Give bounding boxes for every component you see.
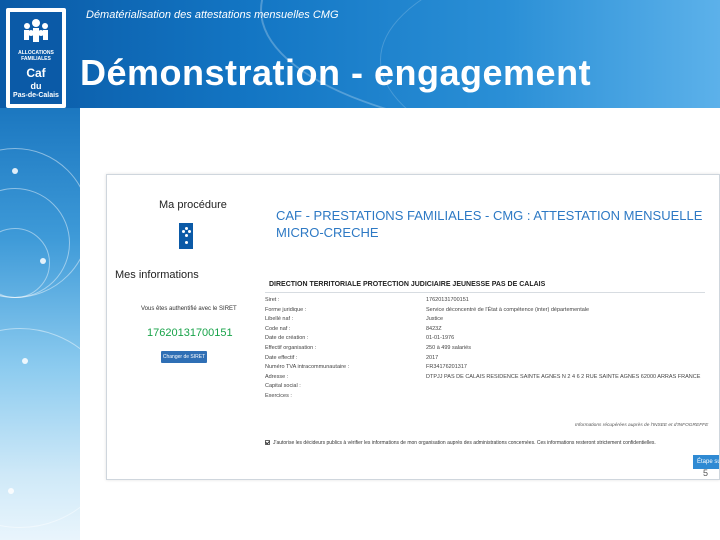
caf-mini-logo bbox=[179, 223, 193, 249]
info-label: Code naf : bbox=[265, 325, 291, 332]
header-band: Dématérialisation des attestations mensu… bbox=[0, 0, 720, 108]
organization-info-table: Siret :17620131700151 Forme juridique :S… bbox=[265, 297, 719, 403]
left-decoration bbox=[0, 108, 80, 540]
info-label: Effectif organisation : bbox=[265, 344, 317, 351]
info-value: 250 à 499 salariés bbox=[426, 344, 471, 351]
info-value: 01-01-1976 bbox=[426, 335, 455, 342]
organization-name: DIRECTION TERRITORIALE PROTECTION JUDICI… bbox=[269, 281, 546, 288]
info-row: Libellé naf : Justice bbox=[265, 316, 719, 326]
change-siret-button[interactable]: Changer de SIRET bbox=[161, 351, 207, 363]
info-row: Effectif organisation : 250 à 499 salarié… bbox=[265, 344, 719, 355]
info-row: Forme juridique : Service déconcentré de … bbox=[265, 306, 719, 317]
consent-text: J'autorise les décideurs publics à vérif… bbox=[273, 440, 656, 446]
siret-number: 17620131700151 bbox=[147, 327, 233, 339]
slide-title: Démonstration - engagement bbox=[80, 52, 592, 93]
caf-logo: ALLOCATIONS FAMILIALES Caf du Pas-de-Cal… bbox=[6, 8, 66, 108]
logo-text: FAMILIALES bbox=[21, 56, 51, 62]
decor-dot bbox=[12, 168, 18, 174]
info-label: Date de création : bbox=[265, 335, 309, 342]
info-heading: Mes informations bbox=[115, 269, 199, 281]
info-row: Date de création : 01-01-1976 bbox=[265, 335, 719, 345]
logo-text: du bbox=[30, 81, 42, 91]
procedure-heading: Ma procédure bbox=[159, 199, 227, 211]
info-label: Adresse : bbox=[265, 373, 289, 380]
info-row: Date effectif : 2017 bbox=[265, 354, 719, 365]
info-row: Numéro TVA intracommunautaire : FR3417620… bbox=[265, 364, 719, 374]
procedure-sidebar: Ma procédure Mes informations Vous êtes … bbox=[107, 175, 257, 479]
app-screenshot: Ma procédure Mes informations Vous êtes … bbox=[106, 174, 720, 480]
page-number: 5 bbox=[703, 468, 709, 478]
info-label: Forme juridique : bbox=[265, 306, 307, 313]
info-value: 17620131700151 bbox=[426, 297, 469, 303]
info-value: DTPJJ PAS DE CALAIS RESIDENCE SAINTE AGN… bbox=[426, 373, 701, 380]
info-label: Date effectif : bbox=[265, 354, 298, 361]
info-label: Siret : bbox=[265, 297, 280, 303]
info-row: Siret : 17620131700151 bbox=[265, 297, 719, 307]
divider bbox=[265, 292, 705, 293]
info-value: Service déconcentré de l'État à compéten… bbox=[426, 306, 590, 313]
logo-text: Pas-de-Calais bbox=[13, 92, 59, 99]
caf-logo-panel: ALLOCATIONS FAMILIALES Caf du Pas-de-Cal… bbox=[10, 12, 62, 104]
consent-checkbox[interactable] bbox=[265, 440, 270, 446]
consent-checkbox-row[interactable]: J'autorise les décideurs publics à vérif… bbox=[265, 440, 656, 446]
next-step-button[interactable]: Étape suiv bbox=[693, 455, 719, 469]
info-label: Numéro TVA intracommunautaire : bbox=[265, 364, 350, 371]
info-value: FR34176201317 bbox=[426, 364, 467, 371]
logo-text: Caf bbox=[26, 66, 46, 80]
family-icon bbox=[24, 19, 48, 42]
info-row: Code naf : 8423Z bbox=[265, 325, 719, 336]
insee-source-note: Informations récupérées auprès de l'INSE… bbox=[575, 423, 709, 428]
info-label: Exercices : bbox=[265, 392, 292, 399]
decor-dot bbox=[22, 358, 28, 364]
decor-ring bbox=[0, 328, 80, 528]
slide: Dématérialisation des attestations mensu… bbox=[0, 0, 720, 540]
info-label: Libellé naf : bbox=[265, 316, 294, 323]
info-value: 2017 bbox=[426, 354, 439, 361]
info-row: Exercices : bbox=[265, 392, 719, 403]
auth-label: Vous êtes authentifié avec le SIRET bbox=[141, 306, 237, 312]
info-row: Capital social : bbox=[265, 383, 719, 393]
info-value: 8423Z bbox=[426, 325, 442, 332]
procedure-main: CAF - PRESTATIONS FAMILIALES - CMG : ATT… bbox=[257, 175, 719, 479]
decor-dot bbox=[40, 258, 46, 264]
info-row: Adresse : DTPJJ PAS DE CALAIS RESIDENCE S… bbox=[265, 373, 719, 384]
procedure-title: CAF - PRESTATIONS FAMILIALES - CMG : ATT… bbox=[276, 208, 703, 240]
info-label: Capital social : bbox=[265, 383, 301, 390]
decor-dot bbox=[8, 488, 14, 494]
info-value: Justice bbox=[426, 316, 444, 323]
slide-subtitle: Dématérialisation des attestations mensu… bbox=[86, 9, 339, 21]
